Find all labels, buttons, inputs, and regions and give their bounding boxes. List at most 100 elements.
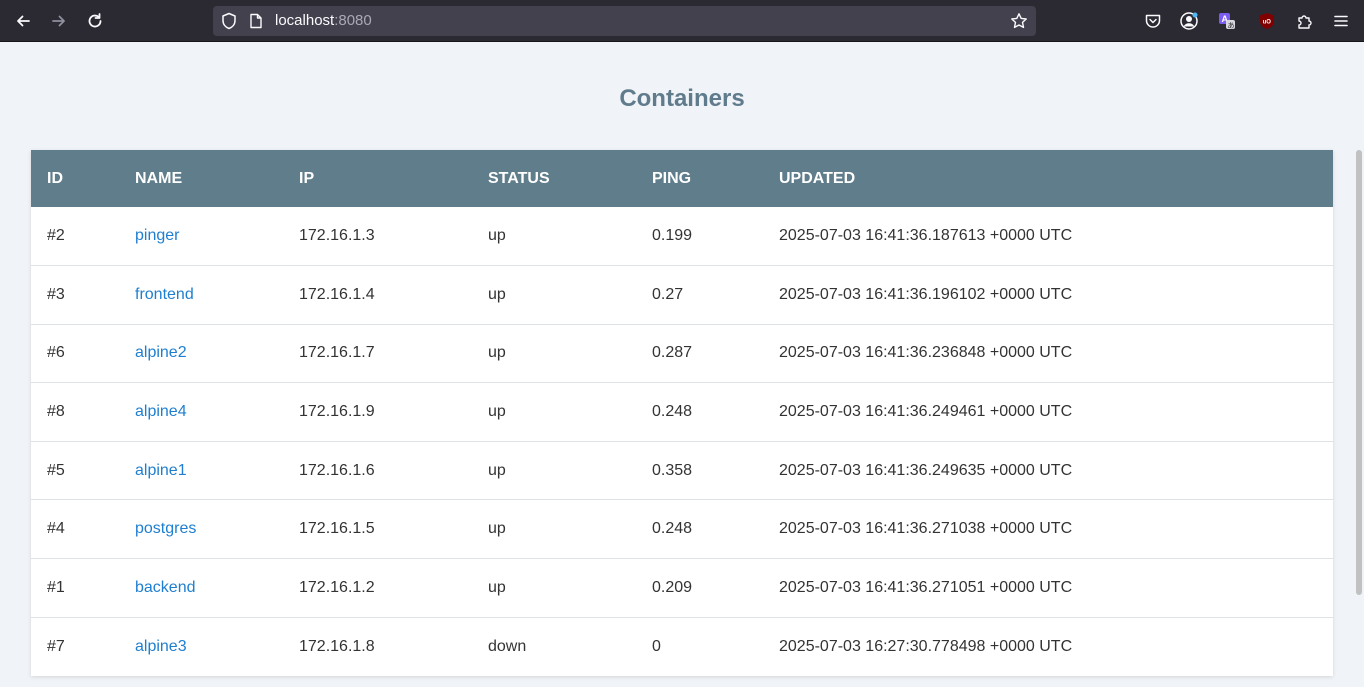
cell-updated: 2025-07-03 16:41:36.236848 +0000 UTC [779, 344, 1073, 362]
container-name-link[interactable]: alpine4 [135, 403, 187, 420]
column-header-id: ID [47, 169, 63, 187]
star-icon[interactable] [1010, 12, 1028, 30]
cell-updated: 2025-07-03 16:41:36.249461 +0000 UTC [779, 403, 1073, 421]
cell-updated: 2025-07-03 16:41:36.196102 +0000 UTC [779, 285, 1073, 303]
account-icon [1180, 12, 1198, 30]
ublock-shield-icon: uO [1260, 13, 1274, 29]
cell-status: up [488, 285, 506, 303]
cell-name: alpine3 [119, 617, 283, 676]
cell-updated: 2025-07-03 16:41:36.271051 +0000 UTC [779, 578, 1073, 596]
puzzle-icon [1298, 15, 1312, 29]
translate-extension-button[interactable]: Aあ [1213, 7, 1241, 35]
container-name-link[interactable]: backend [135, 579, 196, 596]
svg-text:uO: uO [1263, 20, 1272, 26]
cell-id: #8 [47, 403, 65, 421]
svg-text:あ: あ [1228, 22, 1235, 30]
address-bar[interactable]: localhost:8080 [213, 6, 1036, 36]
cell-ping: 0.248 [652, 520, 693, 538]
cell-status: up [488, 520, 506, 538]
container-name-link[interactable]: frontend [135, 286, 194, 303]
cell-name: alpine2 [119, 324, 283, 383]
forward-button[interactable] [45, 7, 73, 35]
cell-name: frontend [119, 266, 283, 325]
container-name-link[interactable]: alpine3 [135, 638, 187, 655]
containers-table: ID NAME IP STATUS PING UPDATED #2 pinger… [31, 150, 1333, 676]
column-header-ip: IP [299, 169, 315, 187]
cell-id: #5 [47, 461, 65, 479]
cell-status: up [488, 461, 506, 479]
browser-toolbar: localhost:8080 Aあ uO [0, 0, 1364, 42]
page-scrollbar[interactable] [1356, 150, 1362, 595]
cell-updated: 2025-07-03 16:27:30.778498 +0000 UTC [779, 637, 1073, 655]
cell-ping: 0.27 [652, 285, 684, 303]
cell-status: up [488, 227, 506, 245]
cell-status: down [488, 637, 527, 655]
url-text[interactable]: localhost:8080 [275, 13, 372, 29]
cell-id: #7 [47, 637, 65, 655]
cell-updated: 2025-07-03 16:41:36.271038 +0000 UTC [779, 520, 1073, 538]
table-row: #5 alpine1 172.16.1.6 up 0.358 2025-07-0… [31, 441, 1333, 500]
ublock-button[interactable]: uO [1253, 7, 1281, 35]
cell-id: #4 [47, 520, 65, 538]
cell-ip: 172.16.1.5 [299, 520, 375, 538]
cell-ip: 172.16.1.8 [299, 637, 375, 655]
cell-updated: 2025-07-03 16:41:36.249635 +0000 UTC [779, 461, 1073, 479]
cell-ping: 0.209 [652, 578, 693, 596]
cell-ip: 172.16.1.6 [299, 461, 375, 479]
arrow-left-icon [17, 15, 30, 27]
page-icon [250, 13, 262, 29]
url-port: :8080 [334, 12, 372, 29]
arrow-right-icon [52, 15, 65, 27]
cell-status: up [488, 403, 506, 421]
back-button[interactable] [9, 7, 37, 35]
table-header-row: ID NAME IP STATUS PING UPDATED [31, 150, 1333, 207]
reload-button[interactable] [81, 7, 109, 35]
container-name-link[interactable]: postgres [135, 520, 196, 537]
column-header-name: NAME [135, 169, 183, 187]
container-name-link[interactable]: alpine1 [135, 462, 187, 479]
container-name-link[interactable]: alpine2 [135, 344, 187, 361]
table-row: #8 alpine4 172.16.1.9 up 0.248 2025-07-0… [31, 383, 1333, 442]
table-row: #2 pinger 172.16.1.3 up 0.199 2025-07-03… [31, 207, 1333, 266]
cell-status: up [488, 344, 506, 362]
pocket-button[interactable] [1139, 7, 1167, 35]
cell-name: pinger [119, 207, 283, 266]
column-header-ping: PING [652, 169, 692, 187]
url-host: localhost [275, 12, 335, 29]
container-name-link[interactable]: pinger [135, 227, 179, 244]
table-row: #4 postgres 172.16.1.5 up 0.248 2025-07-… [31, 500, 1333, 559]
translate-icon: Aあ [1219, 13, 1235, 30]
cell-id: #3 [47, 285, 65, 303]
table-row: #3 frontend 172.16.1.4 up 0.27 2025-07-0… [31, 266, 1333, 325]
table-row: #1 backend 172.16.1.2 up 0.209 2025-07-0… [31, 559, 1333, 618]
table-row: #7 alpine3 172.16.1.8 down 0 2025-07-03 … [31, 617, 1333, 676]
cell-ip: 172.16.1.3 [299, 227, 375, 245]
column-header-status: STATUS [488, 169, 550, 187]
cell-updated: 2025-07-03 16:41:36.187613 +0000 UTC [779, 227, 1073, 245]
cell-name: backend [119, 559, 283, 618]
extensions-button[interactable] [1291, 7, 1319, 35]
column-header-updated: UPDATED [779, 169, 856, 187]
cell-id: #1 [47, 578, 65, 596]
cell-ping: 0.358 [652, 461, 693, 479]
cell-ping: 0.248 [652, 403, 693, 421]
shield-icon[interactable] [221, 12, 237, 30]
cell-ping: 0 [652, 637, 661, 655]
account-button[interactable] [1175, 7, 1203, 35]
cell-status: up [488, 578, 506, 596]
cell-ping: 0.287 [652, 344, 693, 362]
cell-id: #2 [47, 227, 65, 245]
page-title: Containers [619, 85, 745, 112]
cell-name: postgres [119, 500, 283, 559]
cell-ping: 0.199 [652, 227, 693, 245]
cell-name: alpine4 [119, 383, 283, 442]
cell-ip: 172.16.1.7 [299, 344, 375, 362]
reload-icon [88, 13, 102, 28]
cell-ip: 172.16.1.9 [299, 403, 375, 421]
cell-ip: 172.16.1.2 [299, 578, 375, 596]
menu-button[interactable] [1327, 7, 1355, 35]
cell-id: #6 [47, 344, 65, 362]
hamburger-menu-icon [1334, 15, 1348, 27]
table-row: #6 alpine2 172.16.1.7 up 0.287 2025-07-0… [31, 324, 1333, 383]
cell-ip: 172.16.1.4 [299, 285, 375, 303]
